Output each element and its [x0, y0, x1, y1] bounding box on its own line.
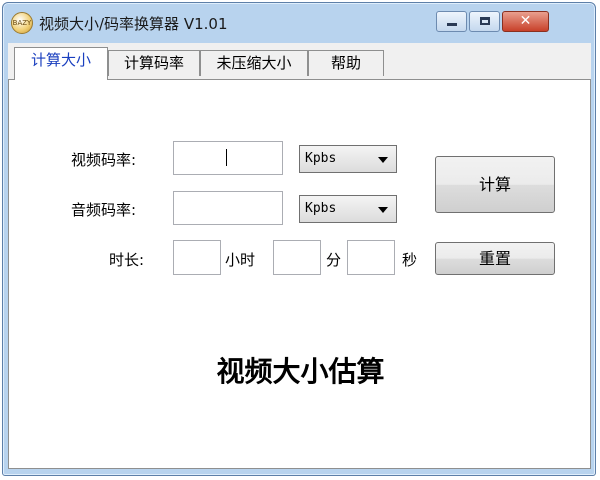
calculate-button[interactable]: 计算: [435, 156, 555, 213]
dropdown-arrow-icon: [378, 157, 388, 163]
minimize-button[interactable]: [436, 11, 467, 32]
tab-panel: 视频码率: Kpbs 音频码率: Kpbs 时长: 小时 分 秒 计算 重置 视…: [8, 79, 591, 469]
close-icon: ✕: [519, 13, 532, 29]
result-heading: 视频大小估算: [216, 355, 385, 388]
audio-bitrate-label: 音频码率:: [71, 201, 137, 219]
reset-button[interactable]: 重置: [435, 242, 555, 275]
close-button[interactable]: ✕: [502, 11, 549, 32]
minutes-unit-label: 分: [326, 251, 342, 269]
title-bar[interactable]: BAZY 视频大小/码率换算器 V1.01 ✕: [3, 3, 595, 43]
tab-help[interactable]: 帮助: [308, 50, 384, 76]
audio-bitrate-unit: Kpbs: [305, 201, 337, 216]
video-bitrate-unit-select[interactable]: Kpbs: [299, 145, 397, 173]
video-bitrate-label: 视频码率:: [71, 151, 137, 169]
dropdown-arrow-icon: [378, 207, 388, 213]
tab-uncompressed-size[interactable]: 未压缩大小: [200, 50, 308, 76]
tab-calc-size[interactable]: 计算大小: [14, 47, 108, 80]
maximize-icon: [480, 17, 490, 25]
tab-strip: 计算大小 计算码率 未压缩大小 帮助: [8, 43, 591, 80]
tab-calc-bitrate[interactable]: 计算码率: [108, 50, 200, 76]
minutes-input[interactable]: [273, 240, 321, 275]
video-bitrate-unit: Kpbs: [305, 151, 337, 166]
hours-unit-label: 小时: [225, 251, 256, 269]
text-caret: [226, 149, 227, 166]
maximize-button[interactable]: [469, 11, 500, 32]
seconds-unit-label: 秒: [402, 251, 418, 269]
window-title: 视频大小/码率换算器 V1.01: [39, 15, 228, 33]
hours-input[interactable]: [173, 240, 221, 275]
minimize-icon: [447, 23, 457, 26]
app-logo-icon: BAZY: [11, 12, 33, 34]
audio-bitrate-input[interactable]: [173, 191, 283, 225]
app-window: BAZY 视频大小/码率换算器 V1.01 ✕ 计算大小 计算码率 未压缩大小 …: [2, 2, 596, 476]
duration-label: 时长:: [109, 251, 145, 269]
seconds-input[interactable]: [347, 240, 395, 275]
audio-bitrate-unit-select[interactable]: Kpbs: [299, 195, 397, 223]
video-bitrate-input[interactable]: [173, 141, 283, 175]
